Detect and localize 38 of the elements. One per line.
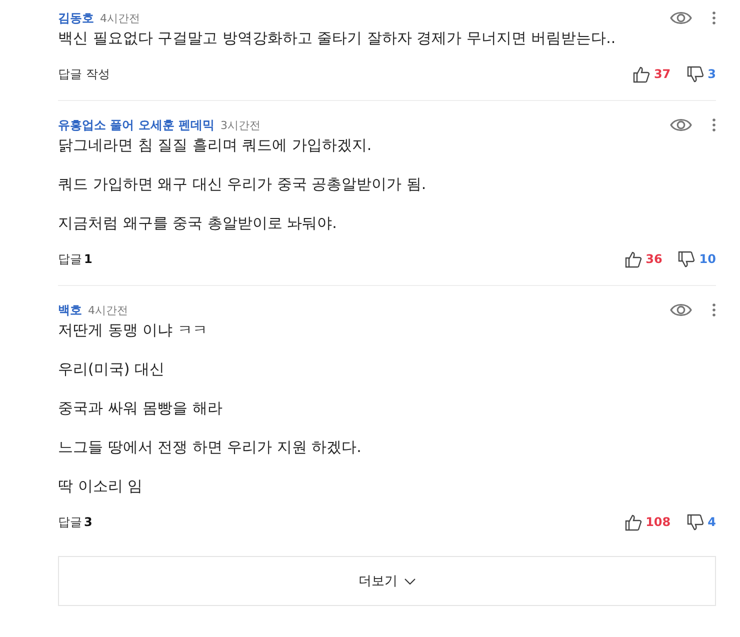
comment-author[interactable]: 김동호 bbox=[58, 10, 94, 26]
thumbs-down-icon[interactable] bbox=[686, 66, 704, 82]
dislike-count: 3 bbox=[708, 67, 716, 81]
comment-text: 쿼드 가입하면 왜구 대신 우리가 중국 공총알받이가 됨. bbox=[58, 174, 428, 195]
eye-icon[interactable] bbox=[670, 118, 692, 132]
thumbs-up-icon[interactable] bbox=[632, 66, 650, 82]
like-count: 36 bbox=[646, 252, 662, 266]
dislike-count: 4 bbox=[708, 515, 716, 529]
comment-text: 느그들 땅에서 전쟁 하면 우리가 지원 하겠다. bbox=[58, 437, 362, 458]
eye-icon[interactable] bbox=[670, 303, 692, 317]
comment-time: 4시간전 bbox=[88, 302, 128, 318]
comment-text: 백신 필요없다 구걸말고 방역강화하고 줄타기 잘하자 경제가 무너지면 버림받는다.. bbox=[58, 28, 617, 49]
reply-button[interactable]: 답글 3 bbox=[58, 514, 92, 530]
reply-button[interactable]: 답글 1 bbox=[58, 250, 92, 268]
comment-time: 4시간전 bbox=[100, 10, 140, 26]
like-count: 108 bbox=[646, 515, 671, 529]
more-options-icon[interactable] bbox=[712, 303, 716, 317]
comment-text: 지금처럼 왜구를 중국 총알받이로 놔둬야. bbox=[58, 213, 338, 234]
like-count: 37 bbox=[654, 67, 671, 81]
thumbs-down-icon[interactable] bbox=[678, 250, 696, 268]
comment-text: 우리(미국) 대신 bbox=[58, 359, 166, 380]
comment-text: 딱 이소리 임 bbox=[58, 476, 144, 497]
thumbs-up-icon[interactable] bbox=[624, 250, 642, 268]
more-options-icon[interactable] bbox=[712, 118, 716, 132]
comment-text: 저딴게 동맹 이냐 ㅋㅋ bbox=[58, 320, 208, 341]
load-more-button[interactable]: 더보기 bbox=[58, 556, 716, 606]
comment-author[interactable]: 유흥업소 풀어 오세훈 펜데믹 bbox=[58, 116, 215, 134]
comment-time: 3시간전 bbox=[220, 118, 261, 132]
more-options-icon[interactable] bbox=[712, 11, 716, 25]
comment-text: 닭그네라면 침 질질 흘리며 쿼드에 가입하겠지. bbox=[58, 135, 373, 156]
comment-author[interactable]: 백호 bbox=[58, 302, 82, 318]
eye-icon[interactable] bbox=[670, 11, 692, 25]
comment-text: 중국과 싸워 몸빵을 해라 bbox=[58, 398, 224, 419]
reply-button[interactable]: 답글 작성 bbox=[58, 66, 110, 82]
thumbs-up-icon[interactable] bbox=[624, 514, 642, 530]
thumbs-down-icon[interactable] bbox=[686, 514, 704, 530]
chevron-down-icon bbox=[404, 578, 416, 584]
dislike-count: 10 bbox=[699, 252, 716, 266]
